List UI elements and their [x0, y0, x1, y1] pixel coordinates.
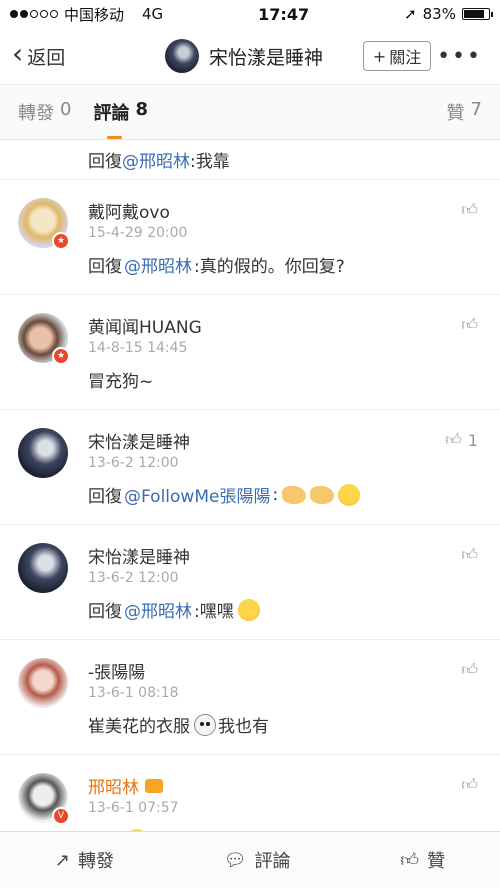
- comment-author[interactable]: 邢昭林: [88, 773, 163, 798]
- handshake-emoji-icon: [310, 485, 335, 504]
- comment-list: 回復 @邢昭林 :我靠 ★ 戴阿戴ovo 15-4-29 20:00 回復 @邢昭…: [0, 140, 500, 870]
- tab-count: 7: [470, 99, 482, 120]
- comment-author[interactable]: 宋怡漾是睡神: [88, 543, 190, 568]
- tab-label: 評論: [93, 103, 130, 124]
- comment-time: 13-6-2 12:00: [88, 570, 179, 586]
- like-button[interactable]: 👍︎: [461, 775, 478, 795]
- list-item: 回復 @邢昭林 :我靠: [0, 140, 500, 180]
- thumbs-up-icon: 👍︎: [445, 430, 462, 449]
- avatar[interactable]: [18, 658, 68, 708]
- panda-emoji-icon: [194, 713, 216, 736]
- mention-link[interactable]: @邢昭林: [124, 597, 192, 622]
- like-button[interactable]: 👍︎: [461, 545, 478, 565]
- nav-bar: ‹ 返回 宋怡漾是睡神 + 關注 •••: [0, 28, 500, 84]
- comment-time: 14-8-15 14:45: [88, 340, 188, 356]
- list-item: ★ 黄闻闻HUANG 14-8-15 14:45 冒充狗~ 👍︎: [0, 295, 500, 410]
- like-label: 贊: [427, 851, 446, 872]
- plus-icon: +: [372, 46, 387, 66]
- list-item: -張陽陽 13-6-1 08:18 崔美花的衣服 我也有 👍︎: [0, 640, 500, 755]
- avatar: [165, 39, 199, 73]
- list-item: ★ 戴阿戴ovo 15-4-29 20:00 回復 @邢昭林:真的假的。你回复? …: [0, 180, 500, 295]
- like-action-button[interactable]: 👍︎ 贊: [400, 847, 445, 873]
- verified-badge-icon: ★: [52, 347, 70, 365]
- avatar[interactable]: [18, 428, 68, 478]
- thumbs-up-icon: 👍︎: [461, 660, 478, 679]
- like-button[interactable]: 👍︎: [461, 315, 478, 335]
- battery-icon: [461, 8, 493, 20]
- mention-link[interactable]: @邢昭林: [122, 147, 190, 172]
- like-button[interactable]: 👍︎ 1: [445, 430, 478, 450]
- verified-badge-icon: ★: [52, 232, 70, 250]
- comment-author[interactable]: 黄闻闻HUANG: [88, 313, 202, 338]
- mention-link[interactable]: @邢昭林: [124, 252, 192, 277]
- repost-label: 轉發: [77, 851, 114, 872]
- avatar[interactable]: [18, 543, 68, 593]
- thumbs-up-icon: 👍︎: [461, 315, 478, 334]
- thumbs-up-icon: 👍︎: [461, 200, 478, 219]
- comment-time: 13-6-1 07:57: [88, 800, 179, 816]
- comment-time: 13-6-2 12:00: [88, 455, 179, 471]
- signal-icon: [10, 10, 58, 18]
- like-button[interactable]: 👍︎: [461, 200, 478, 220]
- thinking-face-emoji-icon: [237, 598, 260, 621]
- share-icon: ↗: [54, 849, 70, 871]
- vip-crown-icon: [145, 778, 163, 793]
- mention-link[interactable]: @FollowMe張陽陽: [124, 482, 270, 507]
- tab-likes[interactable]: 贊 7: [447, 99, 482, 125]
- like-button[interactable]: 👍︎: [461, 660, 478, 680]
- status-bar: 中国移动 4G 17:47 ➚ 83%: [0, 0, 500, 28]
- thumbs-up-icon: 👍︎: [461, 775, 478, 794]
- tab-label: 贊: [446, 103, 465, 124]
- shy-face-emoji-icon: [338, 483, 361, 506]
- comment-time: 15-4-29 20:00: [88, 225, 188, 241]
- chevron-left-icon: ‹: [12, 37, 24, 70]
- nav-user[interactable]: 宋怡漾是睡神: [165, 39, 323, 73]
- page-title: 宋怡漾是睡神: [209, 46, 324, 69]
- back-label: 返回: [27, 46, 66, 69]
- list-item: 宋怡漾是睡神 13-6-2 12:00 回復 @邢昭林:嘿嘿 👍︎: [0, 525, 500, 640]
- tab-comments[interactable]: 評論 8: [93, 99, 148, 139]
- comment-text: 冒充狗~: [88, 372, 154, 392]
- tab-count: 8: [135, 99, 148, 120]
- verified-badge-icon: V: [52, 807, 70, 825]
- repost-button[interactable]: ↗ 轉發: [55, 847, 114, 873]
- more-icon[interactable]: •••: [437, 44, 482, 69]
- comment-author[interactable]: -張陽陽: [88, 658, 145, 683]
- follow-button[interactable]: + 關注: [363, 41, 431, 71]
- tabs: 轉發 0 評論 8 贊 7: [0, 84, 500, 140]
- bottom-action-bar: ↗ 轉發 💬︎ 評論 👍︎ 贊: [0, 831, 500, 888]
- comment-icon: 💬︎: [223, 849, 247, 871]
- follow-label: 關注: [389, 48, 422, 67]
- location-icon: ➚: [404, 5, 417, 23]
- like-count: 1: [467, 430, 478, 450]
- network-label: 4G: [142, 5, 164, 23]
- comment-text: 崔美花的衣服 我也有: [88, 712, 269, 737]
- thumbs-up-icon: 👍︎: [461, 545, 478, 564]
- back-button[interactable]: ‹ 返回: [12, 37, 66, 70]
- thumbs-up-icon: 👍︎: [400, 850, 420, 871]
- comment-author[interactable]: 戴阿戴ovo: [88, 198, 170, 223]
- tab-label: 轉發: [18, 103, 54, 124]
- handshake-emoji-icon: [282, 485, 307, 504]
- comment-label: 評論: [254, 851, 291, 872]
- clock: 17:47: [258, 4, 310, 24]
- comment-text: 回復 @邢昭林:嘿嘿: [88, 597, 260, 622]
- comment-text: 回復 @邢昭林:真的假的。你回复?: [88, 252, 345, 277]
- comment-button[interactable]: 💬︎ 評論: [224, 847, 291, 873]
- tab-repost[interactable]: 轉發 0: [18, 99, 71, 125]
- battery-percent: 83%: [422, 5, 456, 23]
- comment-time: 13-6-1 08:18: [88, 685, 179, 701]
- comment-author[interactable]: 宋怡漾是睡神: [88, 428, 190, 453]
- carrier-label: 中国移动: [64, 5, 125, 24]
- comment-text: 回復 @FollowMe張陽陽:: [88, 482, 361, 507]
- list-item: 宋怡漾是睡神 13-6-2 12:00 回復 @FollowMe張陽陽: 👍︎ 1: [0, 410, 500, 525]
- tab-count: 0: [60, 99, 72, 120]
